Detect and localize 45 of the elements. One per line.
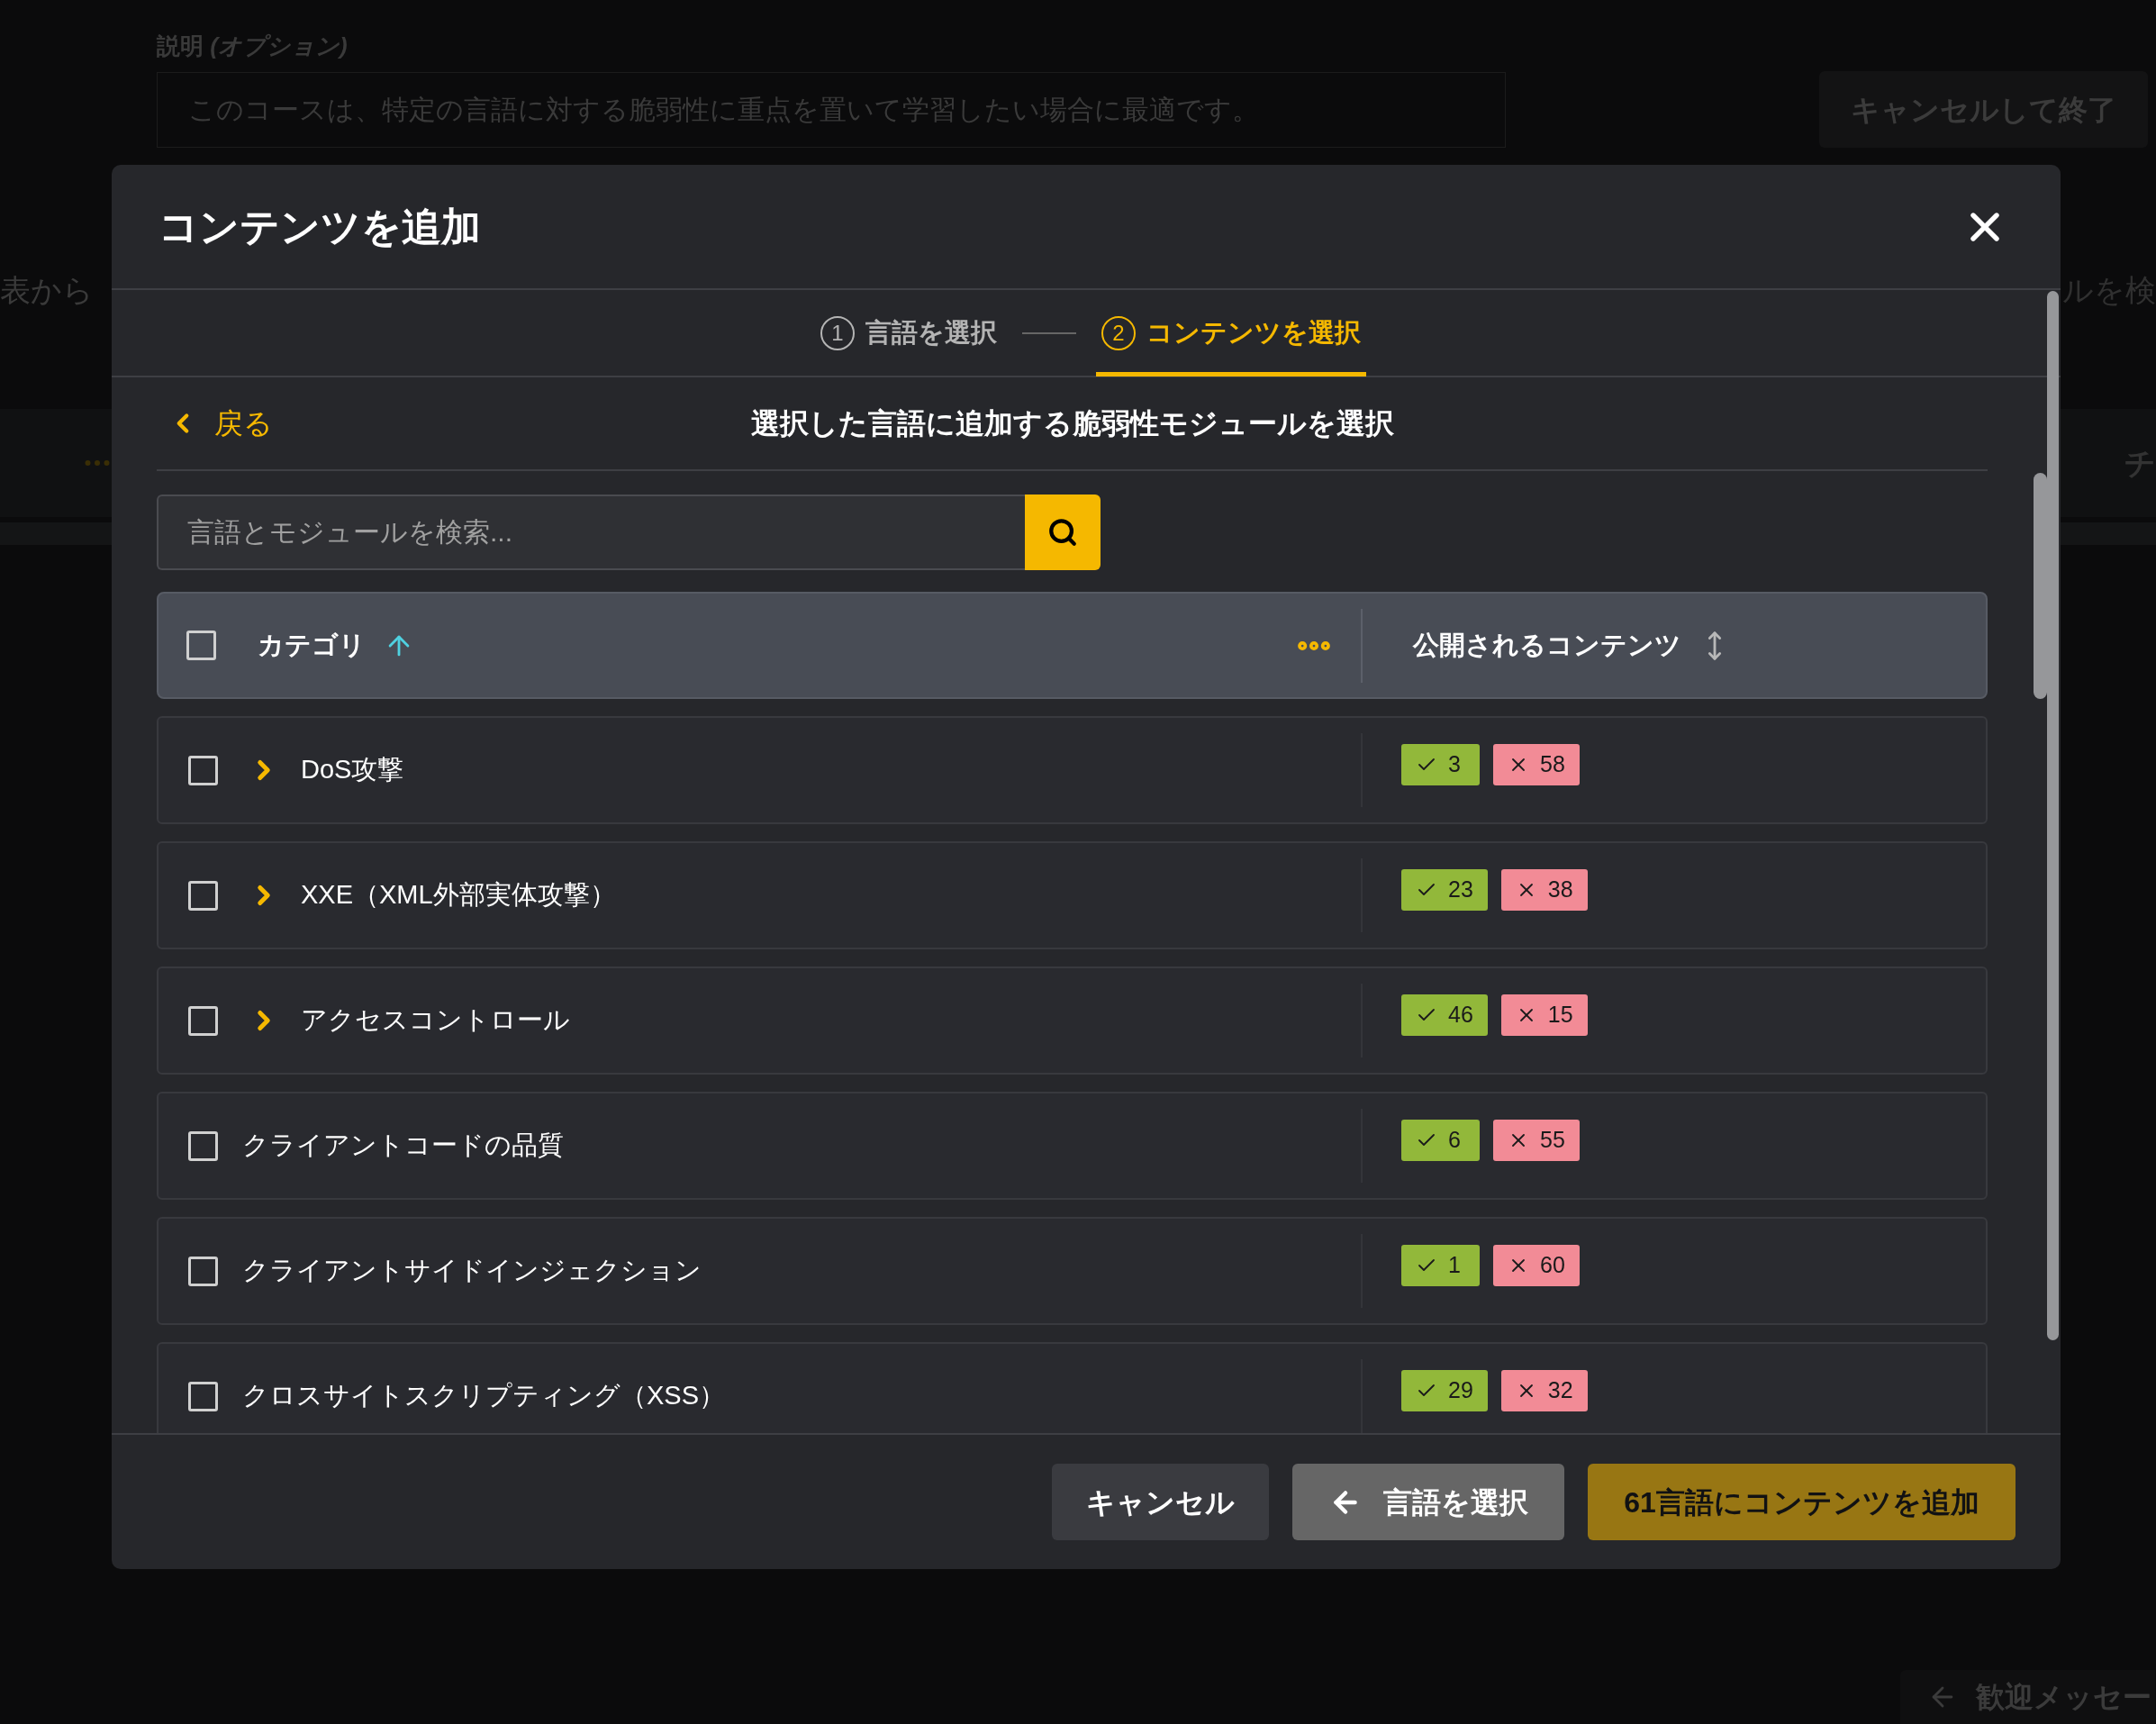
- category-name: アクセスコントロール: [301, 1004, 570, 1037]
- step-tab[interactable]: 1 言語を選択: [815, 290, 1002, 377]
- table-row[interactable]: アクセスコントロール 46 15: [157, 966, 1988, 1075]
- unpublished-count-badge: 15: [1500, 994, 1588, 1036]
- section-heading: 選択した言語に追加する脆弱性モジュールを選択: [750, 406, 1394, 441]
- category-name: クライアントコードの品質: [242, 1130, 564, 1162]
- checkbox[interactable]: [188, 1381, 218, 1411]
- search-icon: [1047, 517, 1078, 548]
- category-name: クライアントサイドインジェクション: [242, 1255, 702, 1287]
- back-button[interactable]: 言語を選択: [1292, 1464, 1564, 1540]
- scrollbar-thumb[interactable]: [2034, 473, 2047, 699]
- table-row[interactable]: クライアントサイドインジェクション 1 60: [157, 1217, 1988, 1325]
- unpublished-count-badge: 58: [1493, 744, 1580, 785]
- scrollbar-thumb[interactable]: [2047, 291, 2059, 1340]
- search-button[interactable]: [1025, 495, 1101, 570]
- checkbox[interactable]: [188, 1256, 218, 1286]
- checkbox[interactable]: [186, 631, 216, 660]
- table-row[interactable]: DoS攻撃 3 58: [157, 716, 1988, 824]
- published-count-badge: 6: [1401, 1120, 1480, 1161]
- published-count-badge: 29: [1401, 1370, 1488, 1411]
- category-name: DoS攻撃: [301, 754, 404, 786]
- checkbox[interactable]: [188, 880, 218, 911]
- step-tab[interactable]: 2 コンテンツを選択: [1096, 290, 1366, 377]
- dialog-title: コンテンツを追加: [159, 203, 481, 250]
- unpublished-count-badge: 55: [1493, 1120, 1580, 1161]
- table-row[interactable]: クライアントコードの品質 6 55: [157, 1092, 1988, 1200]
- unpublished-count-badge: 38: [1500, 869, 1588, 911]
- table-row[interactable]: クロスサイトスクリプティング（XSS） 29 32: [157, 1342, 1988, 1433]
- published-count-badge: 3: [1401, 744, 1480, 785]
- search-field[interactable]: 言語とモジュールを検索...: [157, 495, 1025, 570]
- checkbox[interactable]: [188, 1130, 218, 1161]
- checkbox[interactable]: [188, 1005, 218, 1036]
- category-name: XXE（XML外部実体攻撃）: [301, 879, 616, 912]
- unpublished-count-badge: 32: [1500, 1370, 1588, 1411]
- column-header[interactable]: 公開されるコンテンツ: [1413, 625, 1681, 666]
- checkbox[interactable]: [188, 755, 218, 785]
- unpublished-count-badge: 60: [1493, 1245, 1580, 1286]
- category-name: クロスサイトスクリプティング（XSS）: [242, 1380, 726, 1412]
- published-count-badge: 23: [1401, 869, 1488, 911]
- published-count-badge: 46: [1401, 994, 1488, 1036]
- cancel-button[interactable]: キャンセル: [1052, 1464, 1269, 1540]
- table-row[interactable]: XXE（XML外部実体攻撃） 23 38: [157, 841, 1988, 949]
- column-header[interactable]: カテゴリ: [258, 625, 366, 666]
- back-link[interactable]: 戻る: [157, 402, 751, 445]
- published-count-badge: 1: [1401, 1245, 1480, 1286]
